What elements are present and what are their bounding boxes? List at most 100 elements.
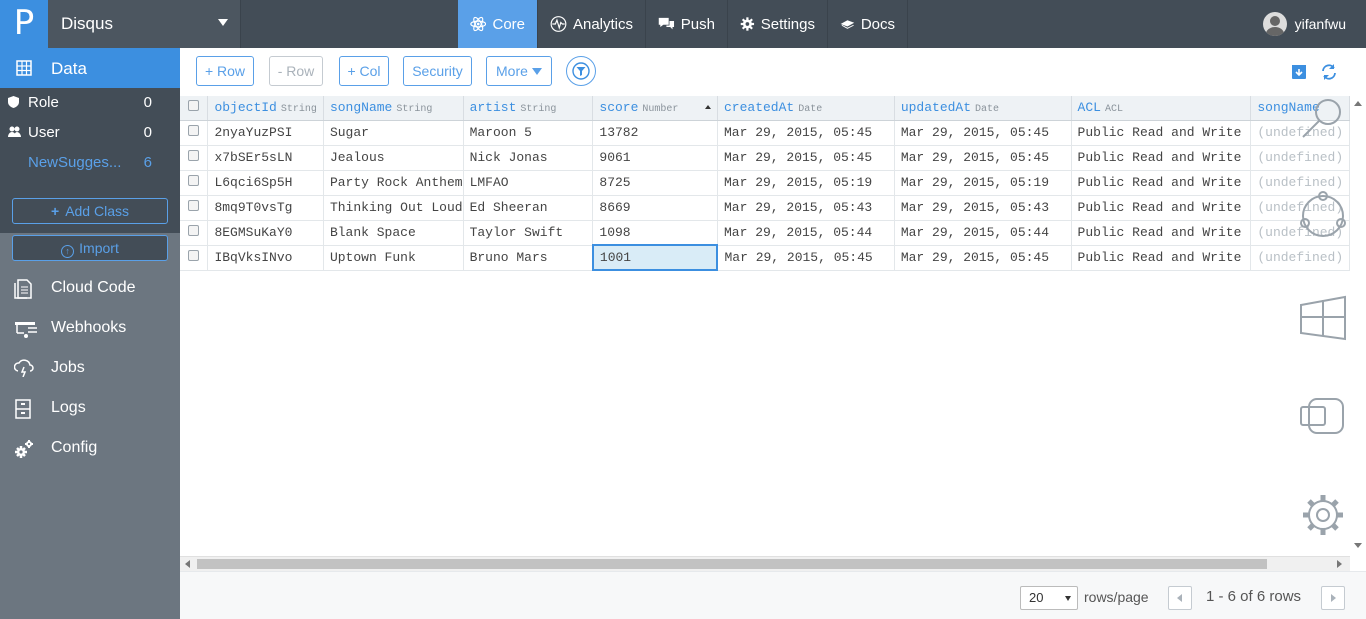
scroll-down-icon[interactable] xyxy=(1354,543,1362,548)
column-header[interactable]: createdAt Date xyxy=(717,96,895,121)
horizontal-scrollbar[interactable] xyxy=(180,556,1350,571)
table-cell[interactable]: Party Rock Anthem xyxy=(323,170,464,196)
table-cell[interactable]: Maroon 5 xyxy=(463,120,594,146)
table-cell[interactable]: LMFAO xyxy=(463,170,594,196)
user-menu[interactable]: yifanfwu xyxy=(1262,12,1346,36)
column-header[interactable]: score Number xyxy=(592,96,718,121)
table-row[interactable]: x7bSEr5sLN Jealous Nick Jonas 9061 Mar 29, 2… xyxy=(180,145,1350,171)
table-cell[interactable]: 8mq9T0vsTg xyxy=(207,195,324,221)
table-cell[interactable]: Taylor Swift xyxy=(463,220,594,246)
table-row[interactable]: L6qci6Sp5H Party Rock Anthem LMFAO 8725 Mar … xyxy=(180,170,1350,196)
table-cell[interactable]: x7bSEr5sLN xyxy=(207,145,324,171)
add-col-button[interactable]: + Col xyxy=(339,56,389,86)
row-checkbox-cell[interactable] xyxy=(180,145,209,171)
more-button[interactable]: More xyxy=(486,56,552,86)
filter-button[interactable] xyxy=(566,56,596,86)
table-cell[interactable]: Mar 29, 2015, 05:45 xyxy=(717,245,895,271)
table-cell[interactable]: 8725 xyxy=(592,170,718,196)
checkbox[interactable] xyxy=(188,175,199,186)
page-size-select[interactable]: 20 xyxy=(1020,586,1078,610)
table-cell[interactable]: IBqVksINvo xyxy=(207,245,324,271)
nav-settings[interactable]: Settings xyxy=(728,0,828,48)
checkbox[interactable] xyxy=(188,125,199,136)
table-cell[interactable]: L6qci6Sp5H xyxy=(207,170,324,196)
table-cell[interactable]: 1098 xyxy=(592,220,718,246)
table-cell[interactable]: Sugar xyxy=(323,120,464,146)
scrollbar-thumb[interactable] xyxy=(197,559,1267,569)
table-row[interactable]: 8mq9T0vsTg Thinking Out Loud Ed Sheeran 866… xyxy=(180,195,1350,221)
table-cell[interactable]: Ed Sheeran xyxy=(463,195,594,221)
row-checkbox-cell[interactable] xyxy=(180,220,209,246)
checkbox[interactable] xyxy=(188,250,199,261)
sidebar-item-cloud-code[interactable]: Cloud Code xyxy=(0,268,180,308)
checkbox[interactable] xyxy=(188,150,199,161)
checkbox[interactable] xyxy=(188,100,199,112)
table-cell[interactable]: Mar 29, 2015, 05:45 xyxy=(894,245,1072,271)
nav-push[interactable]: Push xyxy=(646,0,728,48)
row-checkbox-cell[interactable] xyxy=(180,120,209,146)
table-cell[interactable]: Mar 29, 2015, 05:19 xyxy=(894,170,1072,196)
table-cell[interactable]: Mar 29, 2015, 05:44 xyxy=(717,220,895,246)
table-row[interactable]: 2nyaYuzPSI Sugar Maroon 5 13782 Mar 29, 2015… xyxy=(180,120,1350,146)
table-cell[interactable]: Mar 29, 2015, 05:43 xyxy=(894,195,1072,221)
table-cell[interactable]: Nick Jonas xyxy=(463,145,594,171)
add-class-button[interactable]: + Add Class xyxy=(12,198,168,224)
table-cell[interactable]: Jealous xyxy=(323,145,464,171)
table-cell[interactable]: Public Read and Write xyxy=(1071,245,1252,271)
table-cell[interactable]: Thinking Out Loud xyxy=(323,195,464,221)
table-row[interactable]: IBqVksINvo Uptown Funk Bruno Mars 1001 Mar 2… xyxy=(180,244,1350,271)
remove-row-button[interactable]: - Row xyxy=(269,56,323,86)
prev-page-button[interactable] xyxy=(1168,586,1192,610)
nav-analytics[interactable]: Analytics xyxy=(538,0,646,48)
table-cell[interactable]: 13782 xyxy=(592,120,718,146)
sidebar-item-config[interactable]: Config xyxy=(0,428,180,468)
table-cell[interactable]: Mar 29, 2015, 05:45 xyxy=(894,145,1072,171)
sidebar-item-jobs[interactable]: Jobs xyxy=(0,348,180,388)
column-header[interactable]: ACL ACL xyxy=(1071,96,1252,121)
next-page-button[interactable] xyxy=(1321,586,1345,610)
table-cell[interactable]: 8EGMSuKaY0 xyxy=(207,220,324,246)
table-cell[interactable]: 9061 xyxy=(592,145,718,171)
table-cell[interactable]: Bruno Mars xyxy=(463,245,594,271)
table-cell[interactable]: Mar 29, 2015, 05:19 xyxy=(717,170,895,196)
column-header[interactable]: updatedAt Date xyxy=(894,96,1072,121)
nav-docs[interactable]: Docs xyxy=(828,0,908,48)
nav-core[interactable]: Core xyxy=(458,0,538,48)
refresh-icon[interactable] xyxy=(1320,63,1338,81)
select-all-checkbox[interactable] xyxy=(180,96,209,121)
add-row-button[interactable]: + Row xyxy=(196,56,254,86)
table-cell[interactable]: Public Read and Write xyxy=(1071,195,1252,221)
download-icon[interactable] xyxy=(1291,64,1307,80)
class-item-newsuggestion[interactable]: NewSugges... 6 xyxy=(0,148,180,178)
sidebar-item-logs[interactable]: Logs xyxy=(0,388,180,428)
parse-logo[interactable]: P xyxy=(0,0,48,48)
row-checkbox-cell[interactable] xyxy=(180,170,209,196)
table-cell[interactable]: Public Read and Write xyxy=(1071,220,1252,246)
table-cell[interactable]: Uptown Funk xyxy=(323,245,464,271)
column-header[interactable]: songName String xyxy=(323,96,464,121)
column-header[interactable]: objectId String xyxy=(207,96,324,121)
table-cell[interactable]: Mar 29, 2015, 05:43 xyxy=(717,195,895,221)
table-row[interactable]: 8EGMSuKaY0 Blank Space Taylor Swift 1098 Mar… xyxy=(180,220,1350,246)
vertical-scrollbar[interactable] xyxy=(1350,96,1366,556)
class-item-role[interactable]: Role 0 xyxy=(0,88,180,118)
app-selector[interactable]: Disqus xyxy=(48,0,241,48)
scroll-up-icon[interactable] xyxy=(1354,101,1362,106)
scroll-left-icon[interactable] xyxy=(185,560,190,568)
checkbox[interactable] xyxy=(188,200,199,211)
table-cell[interactable]: Mar 29, 2015, 05:44 xyxy=(894,220,1072,246)
table-cell[interactable]: Public Read and Write xyxy=(1071,120,1252,146)
table-cell[interactable]: 1001 xyxy=(591,244,719,271)
table-cell[interactable]: Mar 29, 2015, 05:45 xyxy=(717,145,895,171)
class-item-user[interactable]: User 0 xyxy=(0,118,180,148)
table-cell[interactable]: Mar 29, 2015, 05:45 xyxy=(894,120,1072,146)
import-button[interactable]: ↑ Import xyxy=(12,235,168,261)
table-cell[interactable]: Mar 29, 2015, 05:45 xyxy=(717,120,895,146)
scroll-right-icon[interactable] xyxy=(1337,560,1342,568)
table-cell[interactable]: 8669 xyxy=(592,195,718,221)
column-header[interactable]: artist String xyxy=(463,96,594,121)
sidebar-item-webhooks[interactable]: Webhooks xyxy=(0,308,180,348)
security-button[interactable]: Security xyxy=(403,56,472,86)
table-cell[interactable]: Public Read and Write xyxy=(1071,145,1252,171)
sidebar-item-data[interactable]: Data xyxy=(0,48,180,88)
